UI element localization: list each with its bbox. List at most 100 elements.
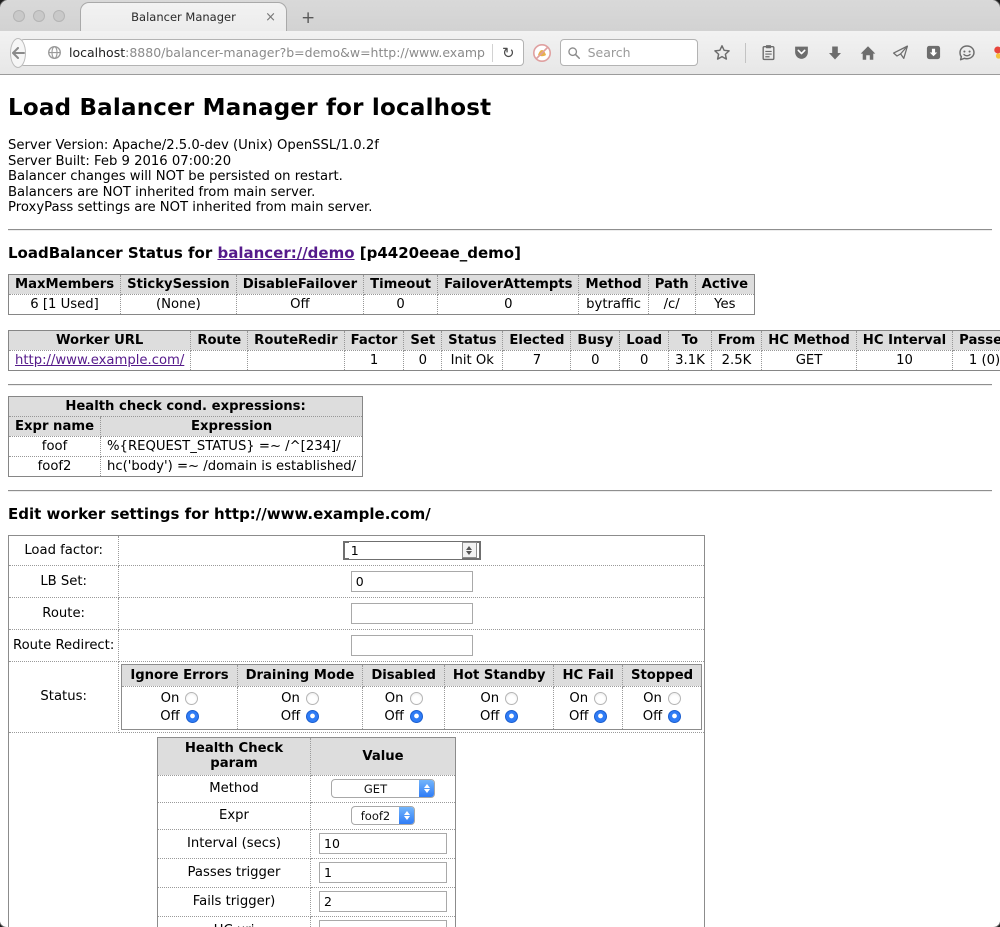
off-label: Off xyxy=(160,708,179,726)
lb-set-input[interactable] xyxy=(351,571,473,592)
col-status: Status xyxy=(442,330,503,350)
on-label: On xyxy=(480,690,499,708)
disabled-on-radio[interactable] xyxy=(410,692,423,705)
expr-select-value: foof2 xyxy=(352,807,399,824)
cell-expr-name: foof2 xyxy=(9,456,101,476)
toolbar-separator xyxy=(745,43,746,63)
load-factor-input[interactable] xyxy=(349,542,462,559)
col-expression: Expression xyxy=(101,416,363,436)
passes-input[interactable] xyxy=(319,862,447,883)
col-worker-url: Worker URL xyxy=(9,330,191,350)
status-radio-row: On Off On Off On Off xyxy=(122,686,702,729)
hot-standby-off-radio[interactable] xyxy=(505,710,518,723)
hcuri-input[interactable] xyxy=(319,920,447,927)
col-draining-mode: Draining Mode xyxy=(237,664,363,686)
navigation-toolbar: localhost:8880/balancer-manager?b=demo&w… xyxy=(0,31,1000,75)
ignore-errors-on-radio[interactable] xyxy=(185,692,198,705)
hot-standby-on-radio[interactable] xyxy=(505,692,518,705)
disabled-radios: On Off xyxy=(363,686,445,729)
cell-expr-name: foof xyxy=(9,436,101,456)
load-factor-cell xyxy=(119,535,705,565)
expr-table-title: Health check cond. expressions: xyxy=(9,396,363,416)
col-ignore-errors: Ignore Errors xyxy=(122,664,237,686)
hc-fail-on-radio[interactable] xyxy=(594,692,607,705)
clipboard-icon[interactable] xyxy=(759,43,779,63)
stopped-on-radio[interactable] xyxy=(668,692,681,705)
col-hc-param: Health Check param xyxy=(158,737,311,775)
on-label: On xyxy=(569,690,588,708)
download-panel-icon[interactable] xyxy=(924,43,944,63)
col-expr-name: Expr name xyxy=(9,416,101,436)
tab-balancer-manager[interactable]: Balancer Manager × xyxy=(80,2,287,31)
method-select[interactable]: GET xyxy=(331,779,435,798)
interval-value-cell xyxy=(311,829,456,858)
pocket-icon[interactable] xyxy=(792,43,812,63)
disabled-off-radio[interactable] xyxy=(410,710,423,723)
colored-dots-extension-icon[interactable] xyxy=(990,43,1000,63)
content-blocked-icon[interactable] xyxy=(532,43,552,63)
on-label: On xyxy=(161,690,180,708)
number-spinner-icon[interactable] xyxy=(462,542,477,558)
expr-header-row: Expr name Expression xyxy=(9,416,363,436)
interval-input[interactable] xyxy=(319,833,447,854)
off-label: Off xyxy=(384,708,403,726)
hc-row-method: Method GET xyxy=(158,775,456,802)
balancer-status-table: MaxMembers StickySession DisableFailover… xyxy=(8,274,755,315)
zoom-window-button[interactable] xyxy=(53,10,65,22)
fails-input[interactable] xyxy=(319,891,447,912)
new-tab-button[interactable]: + xyxy=(301,10,315,27)
smiley-icon[interactable] xyxy=(957,43,977,63)
col-failoverattempts: FailoverAttempts xyxy=(438,274,579,294)
draining-mode-off-radio[interactable] xyxy=(306,710,319,723)
expr-select[interactable]: foof2 xyxy=(351,806,415,825)
balancer-demo-link[interactable]: balancer://demo xyxy=(217,244,354,262)
paper-plane-icon[interactable] xyxy=(891,43,911,63)
col-factor: Factor xyxy=(344,330,404,350)
cell-hc-interval: 10 xyxy=(856,350,952,370)
hcuri-label: HC uri xyxy=(158,916,311,927)
cell-maxmembers: 6 [1 Used] xyxy=(9,294,121,314)
search-input[interactable] xyxy=(586,44,690,61)
url-bar[interactable]: localhost:8880/balancer-manager?b=demo&w… xyxy=(20,39,524,66)
route-input[interactable] xyxy=(351,603,473,624)
hc-fail-off-radio[interactable] xyxy=(594,710,607,723)
stopped-off-radio[interactable] xyxy=(668,710,681,723)
home-icon[interactable] xyxy=(858,43,878,63)
col-from: From xyxy=(711,330,761,350)
route-redirect-label: Route Redirect: xyxy=(9,629,119,661)
cell-expression: %{REQUEST_STATUS} =~ /^[234]/ xyxy=(101,436,363,456)
load-factor-label: Load factor: xyxy=(9,535,119,565)
hc-fail-radios: On Off xyxy=(554,686,622,729)
route-redirect-input[interactable] xyxy=(351,635,473,656)
cell-set: 0 xyxy=(404,350,442,370)
close-window-button[interactable] xyxy=(13,10,25,22)
reload-button[interactable]: ↻ xyxy=(500,44,523,62)
col-disabled: Disabled xyxy=(363,664,445,686)
cell-busy: 0 xyxy=(571,350,620,370)
download-arrow-icon[interactable] xyxy=(825,43,845,63)
search-bar[interactable] xyxy=(560,39,698,66)
page-content: Load Balancer Manager for localhost Serv… xyxy=(0,75,1000,925)
col-stopped: Stopped xyxy=(622,664,701,686)
hcuri-value-cell xyxy=(311,916,456,927)
lb-set-label: LB Set: xyxy=(9,565,119,597)
url-text[interactable]: localhost:8880/balancer-manager?b=demo&w… xyxy=(69,45,485,60)
ignore-errors-off-radio[interactable] xyxy=(186,710,199,723)
lb-set-cell xyxy=(119,565,705,597)
minimize-window-button[interactable] xyxy=(33,10,45,22)
divider xyxy=(8,490,992,492)
health-check-param-table: Health Check param Value Method GET Expr xyxy=(157,737,456,927)
worker-url-link[interactable]: http://www.example.com/ xyxy=(15,353,184,368)
health-expressions-table: Health check cond. expressions: Expr nam… xyxy=(8,396,363,477)
off-label: Off xyxy=(281,708,300,726)
draining-mode-on-radio[interactable] xyxy=(306,692,319,705)
tab-title: Balancer Manager xyxy=(131,10,236,24)
urlbar-divider xyxy=(492,44,493,62)
back-button[interactable] xyxy=(10,38,26,68)
cell-routeredir xyxy=(248,350,344,370)
expr-value-cell: foof2 xyxy=(311,802,456,829)
tab-close-icon[interactable]: × xyxy=(265,11,276,24)
globe-icon[interactable] xyxy=(47,45,62,60)
bookmark-star-icon[interactable] xyxy=(712,43,732,63)
loadbalancer-status-heading: LoadBalancer Status for balancer://demo … xyxy=(8,244,992,262)
